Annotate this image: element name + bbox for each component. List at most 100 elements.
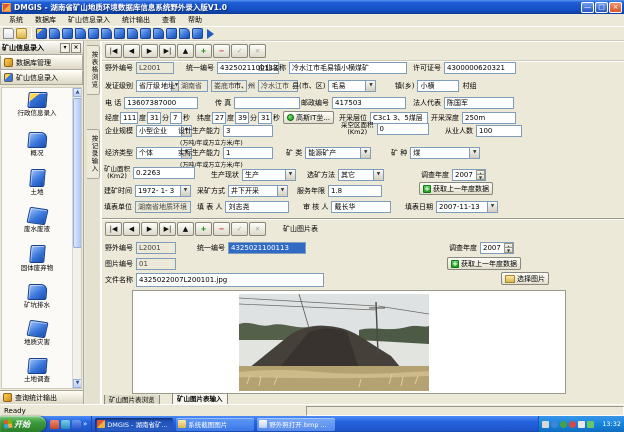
spin-down-icon[interactable]: ▼: [476, 174, 485, 180]
tray-icon[interactable]: [578, 421, 585, 428]
field-no-input[interactable]: L2001: [136, 62, 174, 74]
chevron-down-icon[interactable]: ▼: [285, 170, 295, 180]
start-button[interactable]: 开始: [0, 416, 46, 432]
post-edit-button[interactable]: ✓: [231, 222, 248, 236]
province-input[interactable]: 湖南省: [178, 80, 208, 92]
sidebar-item-land-survey[interactable]: 土地调查: [4, 358, 70, 383]
post-edit-button[interactable]: ✓: [231, 44, 248, 58]
dressing-method-select[interactable]: 其它▼: [338, 169, 384, 181]
delete-record-button[interactable]: −: [213, 44, 230, 58]
quick-launch-icon[interactable]: [50, 420, 59, 429]
workers-input[interactable]: 100: [476, 125, 522, 137]
sidebar-group-mine-entry[interactable]: 矿山信息录入: [0, 70, 83, 85]
tab-browse-by-grid[interactable]: 按表格浏览: [87, 45, 100, 95]
quick-launch-icon[interactable]: [72, 420, 81, 429]
picture-get-previous-year-button[interactable]: + 获取上一年度数据: [447, 257, 521, 270]
production-status-select[interactable]: 生产▼: [242, 169, 296, 181]
lon-deg-input[interactable]: 111: [120, 112, 138, 124]
auditor-input[interactable]: 戴长华: [331, 201, 391, 213]
edit-record-button[interactable]: ▲: [177, 222, 194, 236]
lat-min-input[interactable]: 39: [235, 112, 249, 124]
close-button[interactable]: ×: [609, 2, 622, 13]
lon-min-input[interactable]: 31: [147, 112, 161, 124]
quick-launch-icon[interactable]: [61, 420, 70, 429]
chevron-down-icon[interactable]: ▼: [487, 202, 497, 212]
chevron-down-icon[interactable]: ▼: [180, 186, 190, 196]
picture-field-no-input[interactable]: L2001: [136, 242, 176, 254]
tray-icon[interactable]: [542, 421, 549, 428]
tray-icon[interactable]: [560, 421, 567, 428]
spin-down-icon[interactable]: ▼: [504, 247, 513, 253]
menu-mine-info-entry[interactable]: 矿山信息录入: [62, 14, 116, 26]
fill-person-input[interactable]: 刘志尧: [225, 201, 289, 213]
toolbar-icon[interactable]: [166, 28, 177, 39]
first-record-button[interactable]: |◀: [105, 44, 122, 58]
menu-system[interactable]: 系统: [3, 14, 29, 26]
minimize-button[interactable]: —: [581, 2, 594, 13]
sidebar-group-query-stats[interactable]: 查询统计输出: [0, 390, 83, 404]
scrollbar-thumb[interactable]: [73, 98, 82, 248]
quick-launch-overflow-icon[interactable]: »: [83, 420, 87, 428]
fill-unit-input[interactable]: 湖南省地质环境: [135, 201, 191, 213]
mine-area-input[interactable]: 0.2263: [133, 167, 195, 179]
toolbar-edit-icon[interactable]: [36, 28, 47, 39]
phone-input[interactable]: 13607387000: [124, 97, 198, 109]
fax-input[interactable]: [234, 97, 300, 109]
get-previous-year-button[interactable]: + 获取上一年度数据: [419, 182, 493, 195]
sidebar-item-wastewater[interactable]: 废水废液: [4, 208, 70, 233]
actual-capacity-input[interactable]: 1: [223, 147, 273, 159]
sidebar-close-icon[interactable]: ×: [71, 43, 81, 53]
toolbar-icon[interactable]: [127, 28, 138, 39]
depth-input[interactable]: 250m: [462, 112, 516, 124]
menu-statistics-output[interactable]: 统计输出: [116, 14, 156, 26]
next-record-button[interactable]: ▶: [141, 222, 158, 236]
pin-icon[interactable]: ▾: [60, 43, 70, 53]
file-name-input[interactable]: 4325022007L200101.jpg: [136, 273, 324, 287]
sidebar-item-land[interactable]: 土地: [4, 169, 70, 196]
prior-record-button[interactable]: ◀: [123, 44, 140, 58]
menu-help[interactable]: 帮助: [182, 14, 208, 26]
license-input[interactable]: 4300000620321: [444, 62, 516, 74]
toolbar-icon[interactable]: [62, 28, 73, 39]
county-select[interactable]: 毛易▼: [328, 80, 376, 92]
taskbar-task-screenshots-folder[interactable]: 系统截图图片: [176, 418, 254, 431]
cancel-edit-button[interactable]: ×: [249, 222, 266, 236]
sidebar-item-admin-info[interactable]: 行政信息录入: [4, 92, 70, 117]
chevron-down-icon[interactable]: ▼: [373, 170, 383, 180]
prior-record-button[interactable]: ◀: [123, 222, 140, 236]
lat-sec-input[interactable]: 31: [258, 112, 272, 124]
tray-icon[interactable]: [569, 421, 576, 428]
toolbar-icon[interactable]: [179, 28, 190, 39]
fill-date-select[interactable]: 2007-11-13▼: [436, 201, 498, 213]
last-record-button[interactable]: ▶|: [159, 44, 176, 58]
gauss-coordinates-button[interactable]: 高斯IT坐...: [283, 111, 334, 124]
town-input[interactable]: 小横: [417, 80, 459, 92]
toolbar-icon[interactable]: [88, 28, 99, 39]
sidebar-item-overview[interactable]: 概况: [4, 132, 70, 157]
toolbar-icon[interactable]: [153, 28, 164, 39]
sidebar-scrollbar[interactable]: ▲ ▼: [72, 88, 81, 388]
chevron-down-icon[interactable]: ▼: [469, 148, 479, 158]
restore-button[interactable]: □: [595, 2, 608, 13]
taskbar-task-bmp[interactable]: 野外照打开.bmp ...: [257, 418, 335, 431]
toolbar-icon[interactable]: [192, 28, 203, 39]
menu-view[interactable]: 查看: [156, 14, 182, 26]
menu-database[interactable]: 数据库: [29, 14, 62, 26]
lat-deg-input[interactable]: 27: [212, 112, 226, 124]
mining-method-select[interactable]: 井下开采▼: [228, 185, 288, 197]
toolbar-icon[interactable]: [114, 28, 125, 39]
toolbar-icon[interactable]: [140, 28, 151, 39]
taskbar-clock[interactable]: 13:32: [602, 420, 621, 428]
taskbar-task-dmgis[interactable]: DMGIS - 湖南省矿...: [95, 418, 173, 431]
picture-survey-year-spinner[interactable]: 2007▲▼: [480, 242, 514, 254]
insert-record-button[interactable]: +: [195, 44, 212, 58]
toolbar-icon[interactable]: [49, 28, 60, 39]
tab-entry-by-record[interactable]: 按记录输入: [87, 129, 100, 179]
tray-icon[interactable]: [551, 421, 558, 428]
lon-sec-input[interactable]: 7: [170, 112, 182, 124]
toolbar-icon[interactable]: [101, 28, 112, 39]
sidebar-item-solid-waste[interactable]: 固体废弃物: [4, 245, 70, 272]
choose-picture-button[interactable]: 选择图片: [501, 272, 549, 285]
survey-year-spinner[interactable]: 2007▲▼: [452, 169, 486, 181]
mine-kind-select[interactable]: 煤▼: [410, 147, 480, 159]
